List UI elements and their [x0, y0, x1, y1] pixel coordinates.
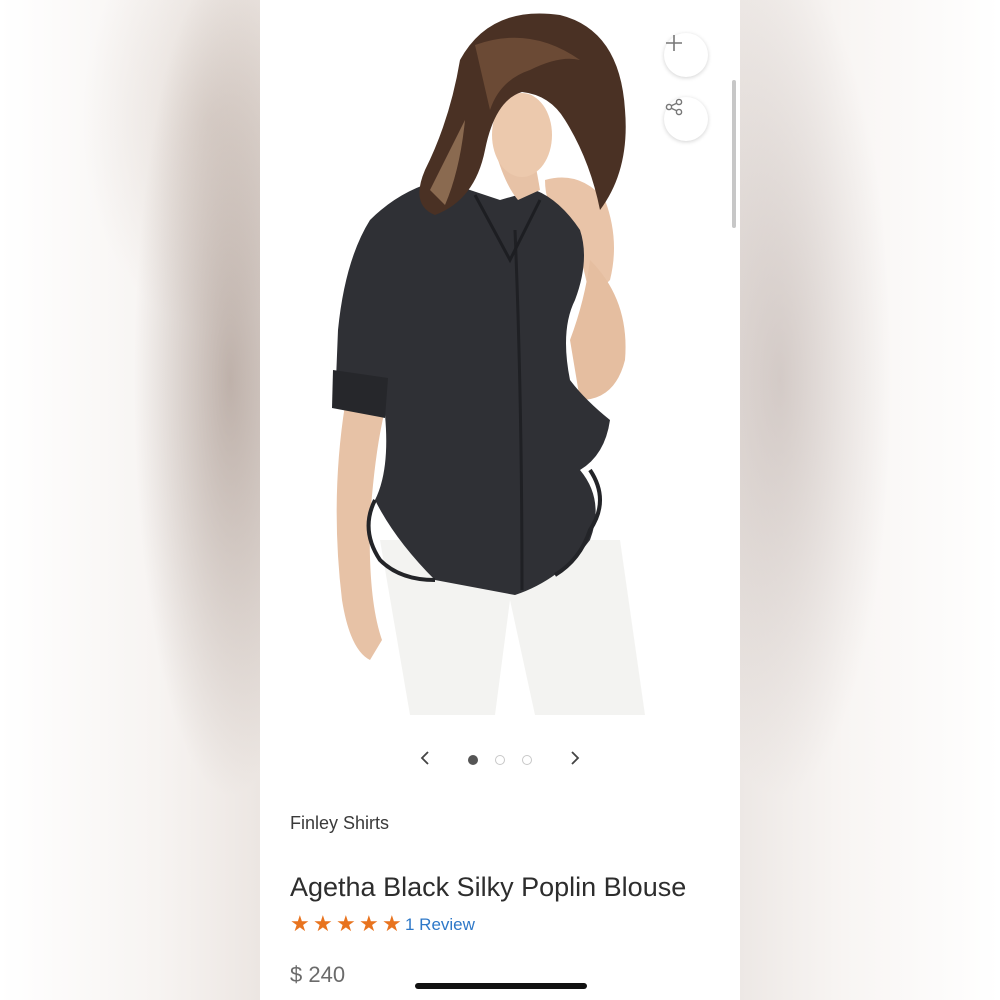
product-image[interactable]: [260, 0, 740, 715]
background-blur-right: [740, 0, 1000, 1000]
share-icon: [665, 98, 683, 116]
next-image-button[interactable]: [565, 746, 585, 770]
plus-icon: [666, 35, 682, 51]
star-icon: ★: [313, 912, 333, 937]
previous-image-button[interactable]: [415, 746, 435, 770]
carousel-dot-1[interactable]: [468, 755, 478, 765]
share-button[interactable]: [664, 97, 708, 141]
star-icon: ★: [359, 912, 379, 937]
star-icon: ★: [290, 912, 310, 937]
star-icon: ★: [336, 912, 356, 937]
image-carousel-controls: [260, 740, 740, 780]
star-rating: ★ ★ ★ ★ ★: [290, 914, 405, 936]
carousel-dot-2[interactable]: [495, 755, 505, 765]
reviews-link[interactable]: 1 Review: [405, 915, 475, 935]
chevron-left-icon: [420, 751, 429, 765]
product-title: Agetha Black Silky Poplin Blouse: [290, 872, 687, 902]
background-blur-left: [0, 0, 260, 1000]
product-screen: Finley Shirts Agetha Black Silky Poplin …: [260, 0, 740, 1000]
brand-name[interactable]: Finley Shirts: [290, 813, 389, 834]
product-rating: ★ ★ ★ ★ ★ 1 Review: [290, 912, 475, 938]
product-price: $ 240: [290, 962, 346, 987]
add-to-list-button[interactable]: [664, 33, 708, 77]
chevron-right-icon: [571, 751, 580, 765]
home-indicator[interactable]: [415, 983, 587, 989]
star-icon: ★: [382, 912, 402, 937]
carousel-dot-3[interactable]: [522, 755, 532, 765]
scrollbar[interactable]: [732, 80, 736, 228]
